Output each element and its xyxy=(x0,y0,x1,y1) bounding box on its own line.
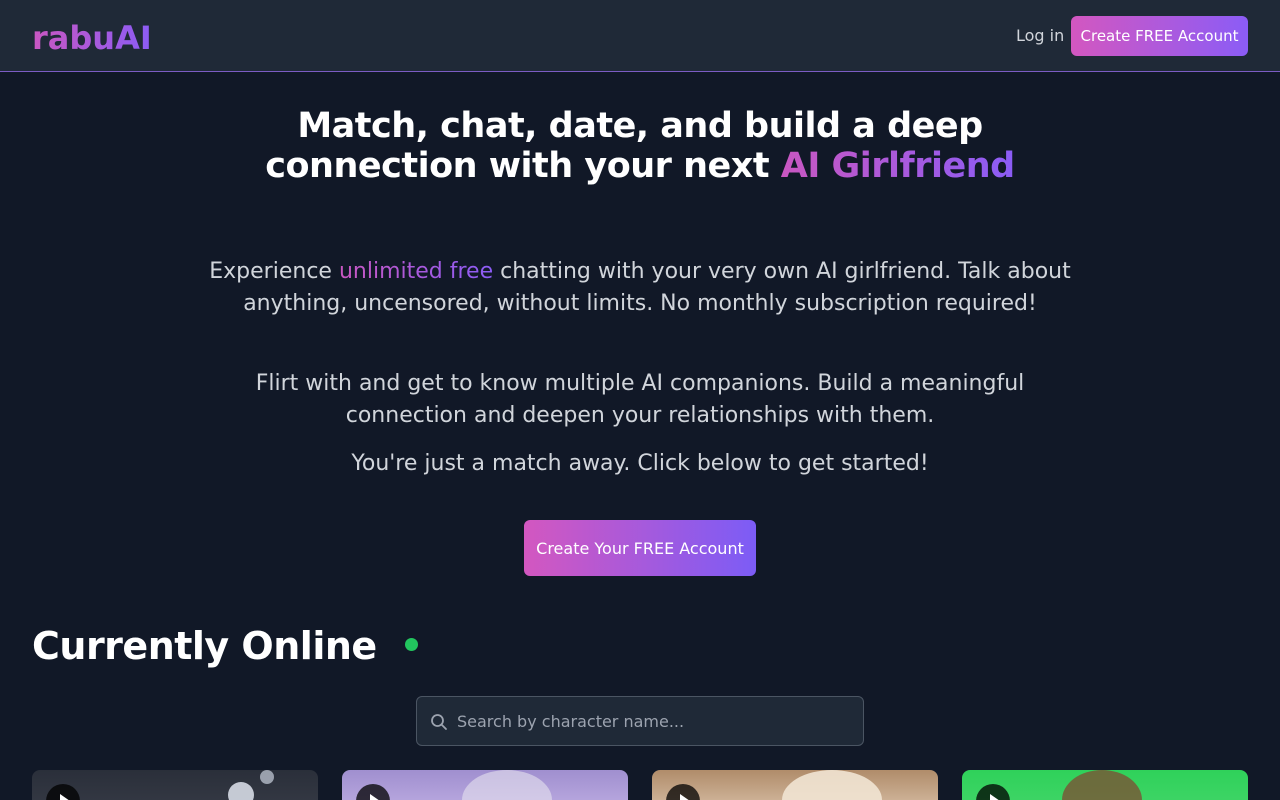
character-search xyxy=(416,696,864,746)
card-image-detail xyxy=(462,770,552,800)
card-image-detail xyxy=(228,782,254,800)
character-card[interactable] xyxy=(342,770,628,800)
search-icon xyxy=(431,714,447,730)
hero-headline-line2: connection with your next xyxy=(265,146,781,186)
character-card[interactable] xyxy=(32,770,318,800)
play-icon[interactable] xyxy=(976,784,1010,800)
card-image-detail xyxy=(782,770,882,800)
card-image-detail xyxy=(1062,770,1142,800)
character-card[interactable] xyxy=(962,770,1248,800)
hero-paragraph-match: You're just a match away. Click below to… xyxy=(351,451,929,476)
hero-headline: Match, chat, date, and build a deep conn… xyxy=(200,106,1080,186)
login-link[interactable]: Log in xyxy=(1016,24,1064,48)
rabuai-logo[interactable]: rabuAI xyxy=(32,18,152,58)
play-icon[interactable] xyxy=(356,784,390,800)
hero-headline-line1: Match, chat, date, and build a deep xyxy=(297,106,983,146)
create-account-button[interactable]: Create FREE Account xyxy=(1071,16,1248,56)
hero-paragraph-unlimited: Experience unlimited free chatting with … xyxy=(200,256,1080,320)
create-free-account-button[interactable]: Create Your FREE Account xyxy=(524,520,756,576)
search-input[interactable] xyxy=(457,697,857,745)
currently-online-heading: Currently Online xyxy=(32,624,377,668)
hero-headline-highlight: AI Girlfriend xyxy=(780,146,1015,186)
online-status-dot xyxy=(405,638,418,651)
top-navigation-bar: rabuAI Log in Create FREE Account xyxy=(0,0,1280,72)
play-icon[interactable] xyxy=(46,784,80,800)
hero-paragraph-companions: Flirt with and get to know multiple AI c… xyxy=(255,371,1025,428)
card-image-detail xyxy=(260,770,274,784)
p1-highlight: unlimited free xyxy=(338,259,494,284)
play-icon[interactable] xyxy=(666,784,700,800)
character-card[interactable] xyxy=(652,770,938,800)
p1-text-before: Experience xyxy=(209,259,339,284)
